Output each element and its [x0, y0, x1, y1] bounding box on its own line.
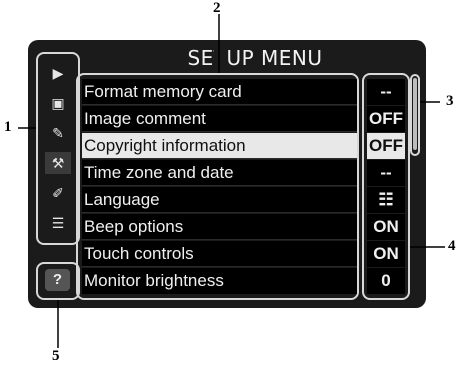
- callout-5: 5: [52, 348, 60, 364]
- callout-lines: [18, 14, 445, 348]
- callout-1: 1: [4, 119, 12, 135]
- callout-2: 2: [213, 0, 221, 16]
- callout-4: 4: [448, 238, 456, 254]
- callout-3: 3: [446, 93, 454, 109]
